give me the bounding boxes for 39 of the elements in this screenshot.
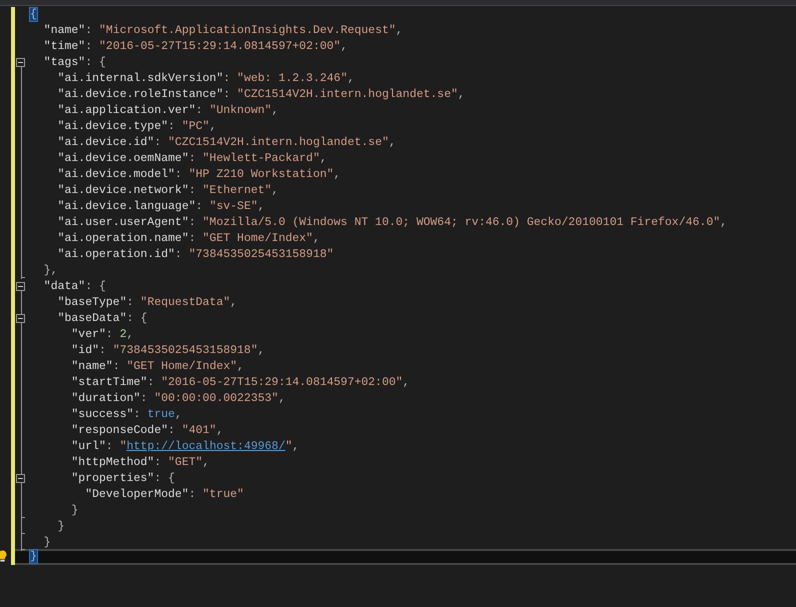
code-line: "ai.application.ver": "Unknown",: [56, 103, 278, 119]
code-line: "ai.operation.id": "7384535025453158918": [56, 247, 334, 263]
code-line: "name": "GET Home/Index",: [70, 359, 244, 375]
code-line: "ai.device.roleInstance": "CZC1514V2H.intern.hoglandet.se",: [56, 87, 465, 103]
code-line: "baseType": "RequestData",: [56, 295, 238, 311]
code-line: "url": "http://localhost:49968/",: [70, 439, 300, 455]
code-line: "properties": {: [70, 471, 175, 487]
collapse-toggle[interactable]: [16, 314, 25, 323]
code-line: "id": "7384535025453158918",: [70, 343, 265, 359]
code-line: "ai.user.userAgent": "Mozilla/5.0 (Windows NT 10.0; WOW64; rv:46.0) Gecko/20100101 Firefox/46.0",: [56, 215, 728, 231]
code-line: "ai.internal.sdkVersion": "web: 1.2.3.246",: [56, 71, 354, 87]
code-line: "DeveloperMode": "true": [84, 487, 244, 503]
code-line: "responseCode": "401",: [70, 423, 224, 439]
code-line: "ai.operation.name": "GET Home/Index",: [56, 231, 320, 247]
code-line: "baseData": {: [56, 311, 148, 327]
code-line: "ai.device.type": "PC",: [56, 119, 216, 135]
collapse-toggle[interactable]: [16, 282, 25, 291]
code-line: }: [70, 503, 78, 519]
code-line: "ver": 2,: [70, 327, 134, 343]
code-line: "success": true,: [70, 407, 182, 423]
collapse-toggle[interactable]: [16, 474, 25, 483]
code-line: "data": {: [42, 279, 106, 295]
code-line: "name": "Microsoft.ApplicationInsights.Dev.Request",: [42, 23, 403, 39]
code-line: "ai.device.id": "CZC1514V2H.intern.hoglandet.se",: [56, 135, 396, 151]
code-line: "httpMethod": "GET",: [70, 455, 210, 471]
code-line: "time": "2016-05-27T15:29:14.0814597+02:00",: [42, 39, 348, 55]
code-line: "tags": {: [42, 55, 106, 71]
code-line: },: [42, 263, 58, 279]
code-line: "ai.device.oemName": "Hewlett-Packard",: [56, 151, 327, 167]
collapse-toggle[interactable]: [16, 58, 25, 67]
lightbulb-icon[interactable]: [0, 550, 7, 562]
url-link[interactable]: http://localhost:49968/: [126, 440, 286, 453]
code-line: "duration": "00:00:00.0022353",: [70, 391, 286, 407]
code-line: "ai.device.model": "HP Z210 Workstation",: [56, 167, 341, 183]
code-line: "startTime": "2016-05-27T15:29:14.0814597+02:00",: [70, 375, 410, 391]
code-line: "ai.device.language": "sv-SE",: [56, 199, 265, 215]
code-line: }: [42, 535, 51, 551]
code-line: }: [56, 519, 64, 535]
code-line: "ai.device.network": "Ethernet",: [56, 183, 278, 199]
